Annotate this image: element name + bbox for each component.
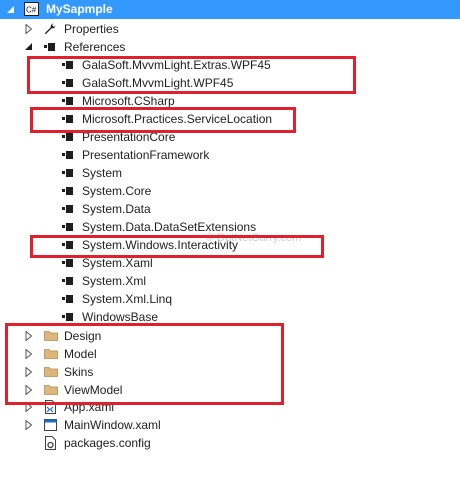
reference-label: System.Core — [82, 184, 152, 198]
reference-item[interactable]: System.Data — [0, 200, 460, 218]
highlight-box-interactivity — [30, 235, 324, 258]
highlight-box-servicelocation — [30, 107, 296, 133]
assembly-reference-icon — [62, 277, 74, 285]
collapse-triangle-icon[interactable] — [24, 42, 34, 52]
mainwindow-xaml-label: MainWindow.xaml — [64, 418, 161, 432]
references-node[interactable]: References — [0, 38, 460, 56]
reference-label: System.Data — [82, 202, 151, 216]
assembly-reference-icon — [62, 313, 74, 321]
reference-label: System.Xml.Linq — [82, 292, 173, 306]
reference-label: System.Xml — [82, 274, 147, 288]
reference-label: System — [82, 166, 123, 180]
assembly-reference-icon — [62, 133, 74, 141]
reference-item[interactable]: System — [0, 164, 460, 182]
assembly-reference-icon — [62, 223, 74, 231]
expand-triangle-icon[interactable] — [24, 420, 34, 430]
references-label: References — [64, 40, 126, 54]
assembly-reference-icon — [62, 295, 74, 303]
reference-item[interactable]: System.Xml — [0, 272, 460, 290]
expand-triangle-icon[interactable] — [24, 24, 34, 34]
packages-config-label: packages.config — [64, 436, 151, 450]
project-node[interactable]: C# MySapmple — [0, 0, 460, 19]
assembly-reference-icon — [62, 151, 74, 159]
svg-text:C#: C# — [26, 6, 37, 15]
reference-item[interactable]: PresentationFramework — [0, 146, 460, 164]
highlight-box-folders — [5, 323, 284, 405]
reference-label: PresentationFramework — [82, 148, 210, 162]
reference-item[interactable]: System.Xml.Linq — [0, 290, 460, 308]
assembly-reference-icon — [62, 205, 74, 213]
mainwindow-xaml-node[interactable]: MainWindow.xaml — [0, 416, 460, 434]
references-icon — [44, 43, 56, 51]
xaml-window-icon — [44, 419, 57, 431]
collapse-triangle-icon[interactable] — [6, 5, 16, 15]
csharp-project-icon: C# — [24, 2, 39, 16]
properties-node[interactable]: Properties — [0, 20, 460, 38]
assembly-reference-icon — [62, 187, 74, 195]
assembly-reference-icon — [62, 259, 74, 267]
reference-item[interactable]: System.Core — [0, 182, 460, 200]
highlight-box-mvvmlight — [27, 56, 356, 94]
assembly-reference-icon — [62, 169, 74, 177]
packages-config-node[interactable]: packages.config — [0, 434, 460, 452]
properties-label: Properties — [64, 22, 119, 36]
assembly-reference-icon — [62, 97, 74, 105]
config-file-icon — [45, 436, 56, 450]
project-name: MySapmple — [46, 2, 113, 16]
wrench-icon — [44, 23, 56, 35]
